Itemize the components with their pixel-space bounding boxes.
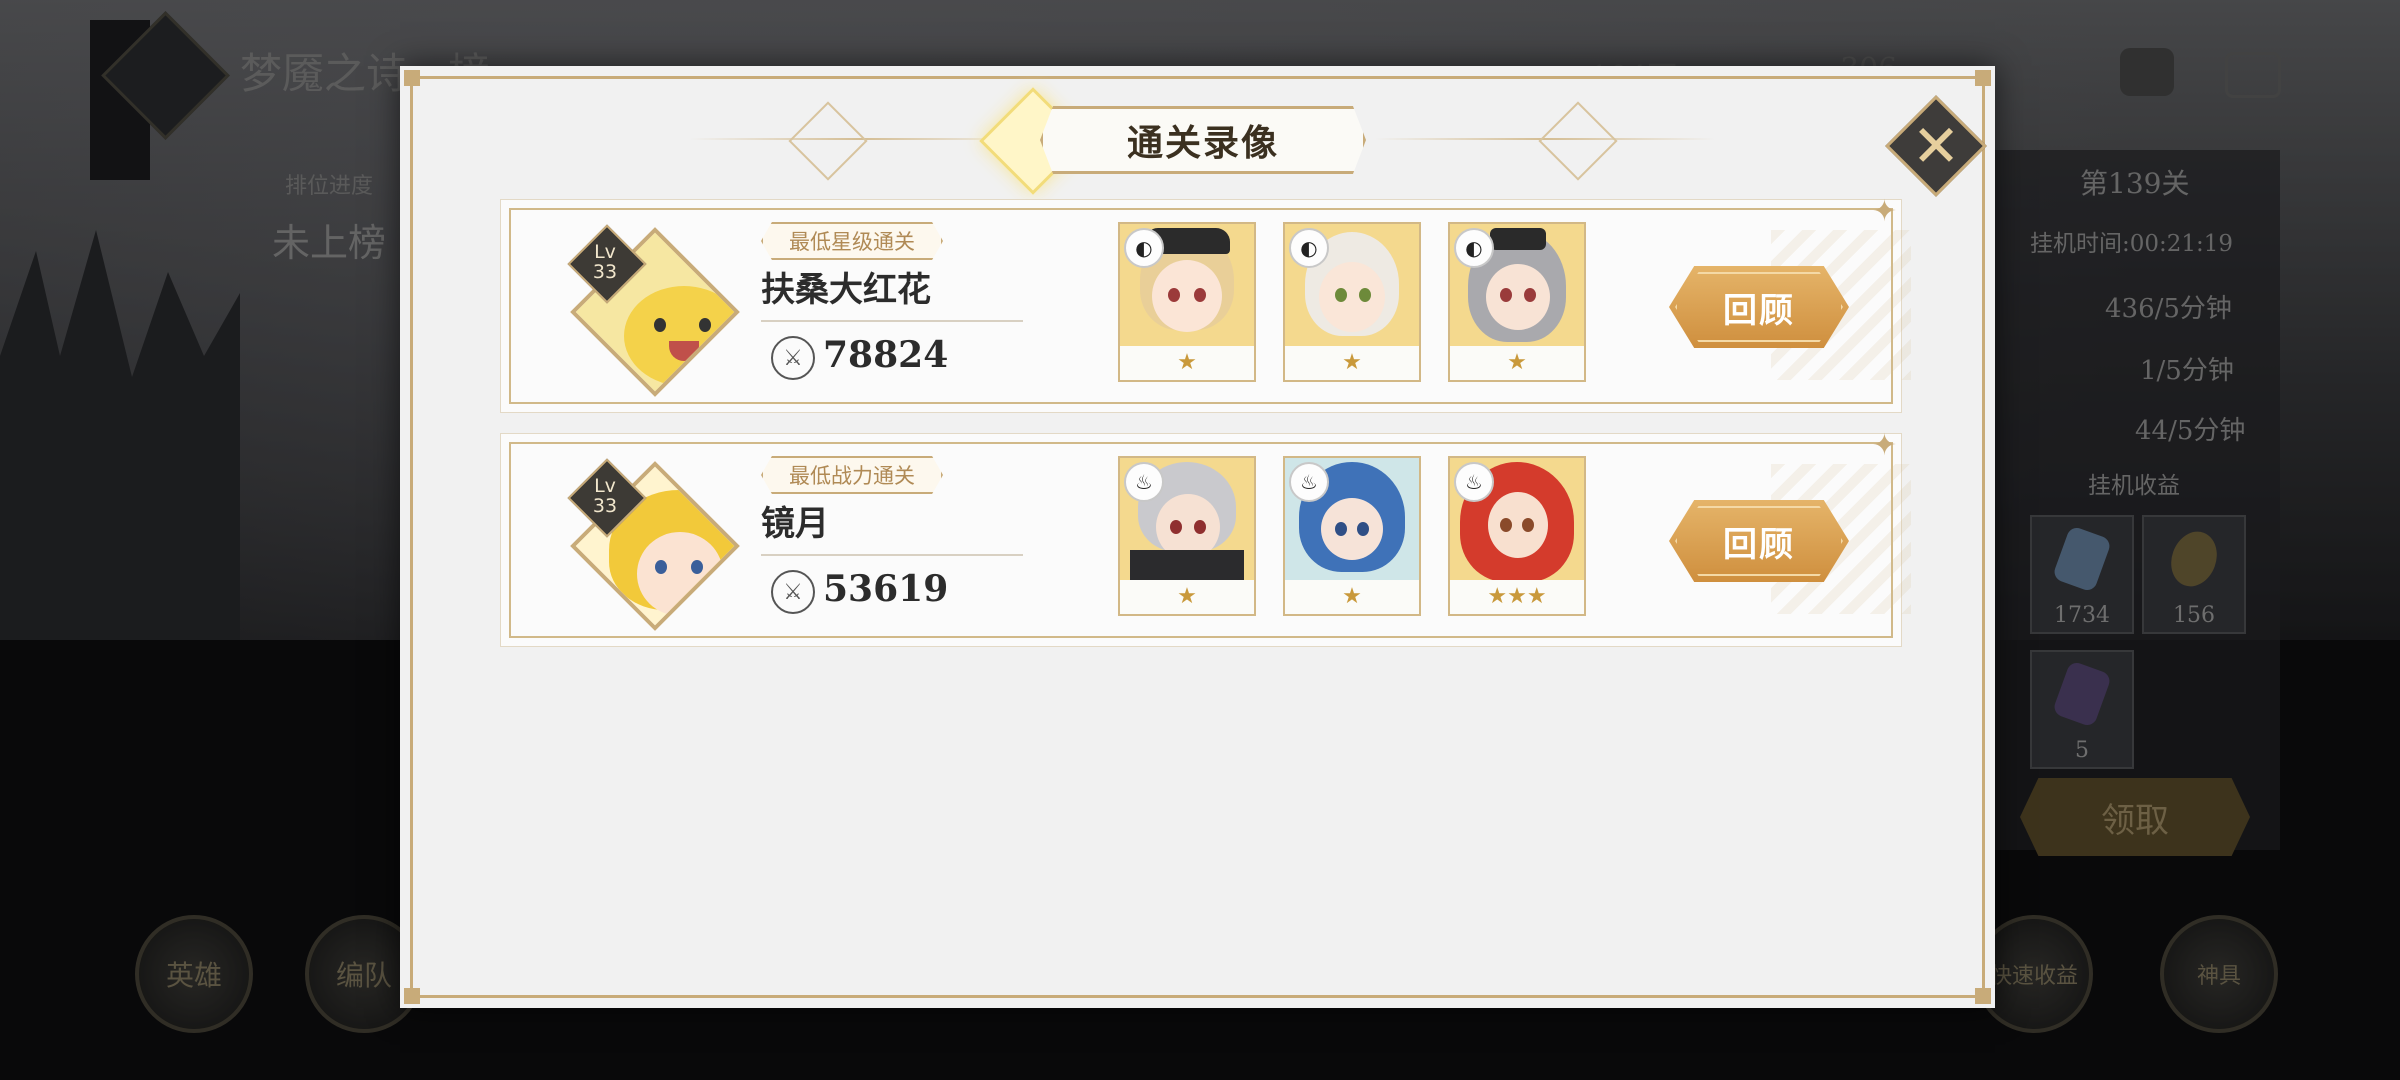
hero-card[interactable]: ◐ ★ [1283,222,1421,382]
review-button-label: 回顾 [1723,290,1795,331]
hero-card[interactable]: ◐ ★ [1448,222,1586,382]
hero-stars: ★ [1120,346,1254,380]
combat-power-value: 53619 [823,568,949,610]
record-card: ✦ Lv 33 最低战力通关 镜月 ⚔ 53619 ♨ ★ ♨ ★ ♨ ★★★ … [500,428,1911,647]
hero-stars: ★★★ [1450,580,1584,614]
corner-ornament [1975,988,1991,1004]
divider [761,554,1023,556]
mask-icon: ◐ [1124,228,1164,268]
record-card: ✦ Lv 33 最低星级通关 扶桑大红花 ⚔ 78824 ◐ ★ ◐ ★ ◐ ★… [500,194,1911,413]
hero-card[interactable]: ♨ ★ [1118,456,1256,616]
modal-title: 通关录像 [1126,122,1279,164]
hero-stars: ★ [1285,580,1419,614]
player-name: 镜月 [761,504,829,544]
sparkle-icon: ✦ [1871,194,1897,229]
player-avatar[interactable]: Lv 33 [567,458,740,631]
review-button-label: 回顾 [1723,524,1795,565]
sparkle-icon: ✦ [1871,428,1897,463]
hero-card[interactable]: ♨ ★ [1283,456,1421,616]
flame-icon: ♨ [1289,462,1329,502]
hero-stars: ★ [1450,346,1584,380]
corner-ornament [1975,70,1991,86]
divider [761,320,1023,322]
player-name: 扶桑大红花 [761,270,931,310]
corner-ornament [404,70,420,86]
flame-icon: ♨ [1454,462,1494,502]
mask-icon: ◐ [1454,228,1494,268]
combat-power-icon: ⚔ [771,336,815,380]
flame-icon: ♨ [1124,462,1164,502]
hero-card[interactable]: ♨ ★★★ [1448,456,1586,616]
record-tag: 最低星级通关 [761,222,943,260]
replay-modal: 通关录像 ✕ ✦ Lv 33 最低星级通关 扶桑大红花 ⚔ 78824 ◐ ★ … [400,66,1995,1008]
modal-title-plate: 通关录像 [1040,106,1366,174]
combat-power-icon: ⚔ [771,570,815,614]
hero-card[interactable]: ◐ ★ [1118,222,1256,382]
review-button[interactable]: 回顾 [1669,500,1849,582]
corner-ornament [404,988,420,1004]
close-x-icon: ✕ [1911,112,1961,180]
review-button[interactable]: 回顾 [1669,266,1849,348]
level-badge: Lv 33 [567,458,647,538]
player-avatar[interactable]: Lv 33 [567,224,740,397]
hero-stars: ★ [1285,346,1419,380]
combat-power-value: 78824 [823,334,949,376]
mask-icon: ◐ [1289,228,1329,268]
yellow-creature-portrait [624,286,740,386]
hero-stars: ★ [1120,580,1254,614]
level-badge: Lv 33 [567,224,647,304]
record-tag: 最低战力通关 [761,456,943,494]
